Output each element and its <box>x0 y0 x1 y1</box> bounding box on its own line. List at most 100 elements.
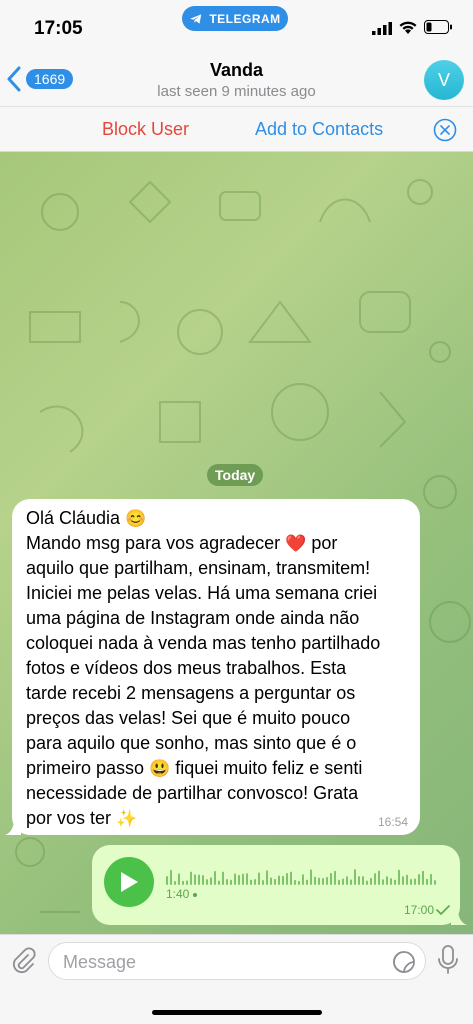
battery-icon <box>424 20 452 34</box>
incoming-message[interactable]: Olá Cláudia 😊 Mando msg para vos agradec… <box>5 499 420 835</box>
block-user-button[interactable]: Block User <box>102 119 189 140</box>
waveform-bar <box>282 875 284 885</box>
waveform-bar <box>246 873 248 885</box>
play-icon <box>121 872 138 892</box>
waveform-bar <box>386 876 388 885</box>
smiling-face-emoji: 😊 <box>125 509 147 528</box>
waveform-bar <box>418 874 420 885</box>
waveform-bar <box>302 874 304 885</box>
waveform-bar <box>214 870 216 885</box>
date-separator: Today <box>207 464 264 486</box>
waveform-bar <box>338 879 340 885</box>
waveform-bar <box>198 874 200 885</box>
message-line: necessidade de partilhar convosco! Grata <box>26 783 359 803</box>
message-time: 17:00 <box>403 903 434 917</box>
waveform-bar <box>166 876 168 885</box>
bubble-tail <box>5 819 21 835</box>
last-seen-status: last seen 9 minutes ago <box>157 83 316 100</box>
waveform-bar <box>178 873 180 885</box>
telegram-icon <box>190 13 202 24</box>
waveform-bar <box>322 877 324 885</box>
signal-icon <box>372 22 392 35</box>
add-to-contacts-button[interactable]: Add to Contacts <box>255 119 383 140</box>
waveform-bar <box>310 869 312 885</box>
telegram-pill[interactable]: TELEGRAM <box>182 6 288 31</box>
message-time: 16:54 <box>377 815 408 829</box>
message-input[interactable]: Message <box>48 942 426 980</box>
waveform-bar <box>378 870 380 885</box>
message-line: Mando msg para vos agradecer ❤️ por <box>26 533 338 553</box>
attach-icon[interactable] <box>10 947 38 975</box>
waveform-bar <box>274 878 276 885</box>
chat-header: 1669 Vanda last seen 9 minutes ago V <box>0 52 473 106</box>
waveform-bar <box>182 880 184 885</box>
waveform-bar <box>426 878 428 885</box>
waveform-bar <box>254 879 256 885</box>
waveform-bar <box>190 871 192 885</box>
waveform-bar <box>318 877 320 885</box>
message-line: fotos e vídeos dos meus trabalhos. Esta <box>26 658 347 678</box>
waveform-bar <box>370 877 372 885</box>
waveform-bar <box>170 869 172 885</box>
message-meta: 17:00 <box>404 903 450 917</box>
waveform-bar <box>306 879 308 885</box>
waveform-bar <box>218 880 220 885</box>
waveform-bar <box>358 876 360 885</box>
unplayed-dot <box>193 892 198 897</box>
message-line: coloquei nada à venda mas tenho partilha… <box>26 633 381 653</box>
waveform-bar <box>346 876 348 885</box>
waveform-bar <box>334 870 336 885</box>
waveform-bar <box>362 876 364 885</box>
waveform-bar <box>202 875 204 885</box>
waveform-bar <box>238 874 240 885</box>
waveform-bar <box>434 879 436 885</box>
grinning-face-emoji: 😃 <box>149 759 171 778</box>
voice-duration: 1:40 <box>166 887 198 901</box>
waveform-bar <box>350 879 352 885</box>
waveform-bar <box>210 877 212 885</box>
read-check-icon <box>436 905 450 915</box>
voice-waveform[interactable] <box>166 867 438 885</box>
waveform-bar <box>382 879 384 885</box>
waveform-bar <box>242 873 244 885</box>
waveform-bar <box>206 879 208 885</box>
waveform-bar <box>314 876 316 885</box>
waveform-bar <box>186 880 188 885</box>
waveform-bar <box>194 874 196 885</box>
close-icon[interactable] <box>433 118 457 142</box>
sparkles-emoji: ✨ <box>116 809 138 828</box>
status-bar: 17:05 TELEGRAM <box>0 0 473 52</box>
waveform-bar <box>294 879 296 885</box>
status-time: 17:05 <box>34 18 83 39</box>
message-line: aquilo que partilham, ensinam, transmite… <box>26 558 371 578</box>
message-line: Iniciei me pelas velas. Há uma semana cr… <box>26 583 378 603</box>
message-line: tarde recebi 2 mensagens a perguntar os <box>26 683 356 703</box>
waveform-bar <box>270 877 272 885</box>
contact-action-bar: Block User Add to Contacts <box>0 106 473 152</box>
chat-area[interactable]: Today Olá Cláudia 😊 Mando msg para vos a… <box>0 152 473 934</box>
message-line: Olá Cláudia 😊 <box>26 508 147 528</box>
waveform-bar <box>250 879 252 885</box>
waveform-bar <box>402 876 404 885</box>
outgoing-voice-message[interactable]: 1:40 17:00 <box>92 845 467 925</box>
waveform-bar <box>354 869 356 885</box>
waveform-bar <box>398 869 400 885</box>
waveform-bar <box>366 880 368 885</box>
waveform-bar <box>278 875 280 885</box>
mic-icon[interactable] <box>436 945 460 975</box>
chat-title[interactable]: Vanda <box>0 60 473 81</box>
waveform-bar <box>414 878 416 885</box>
wifi-icon <box>399 21 417 34</box>
waveform-bar <box>406 874 408 885</box>
waveform-bar <box>262 879 264 885</box>
message-line: preços das velas! Sei que é muito pouco <box>26 708 351 728</box>
waveform-bar <box>330 872 332 885</box>
play-button[interactable] <box>104 857 154 907</box>
avatar[interactable]: V <box>424 60 464 100</box>
message-line: primeiro passo 😃 fiquei muito feliz e se… <box>26 758 363 778</box>
sticker-icon[interactable] <box>392 950 416 974</box>
home-indicator <box>152 1010 322 1015</box>
waveform-bar <box>410 878 412 885</box>
waveform-bar <box>422 870 424 885</box>
waveform-bar <box>266 870 268 885</box>
